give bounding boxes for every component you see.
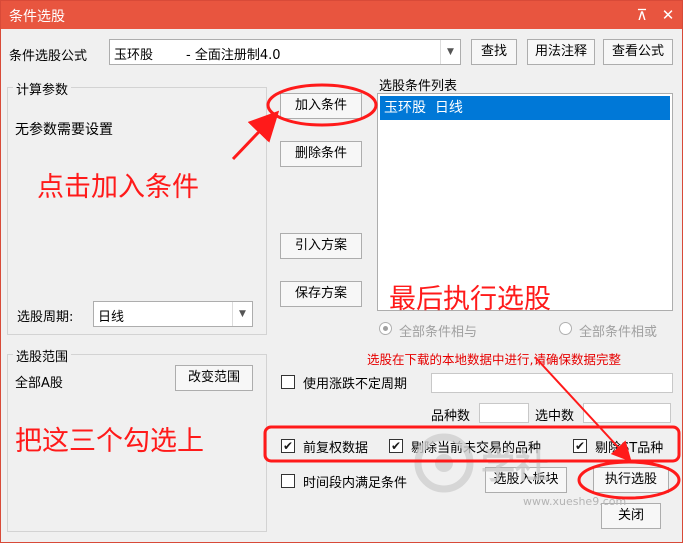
chevron-down-icon[interactable]: ▼ xyxy=(232,302,252,326)
watermark-url: www.xueshe9.com xyxy=(523,495,627,508)
params-text: 无参数需要设置 xyxy=(15,122,113,138)
window-title: 条件选股 xyxy=(9,9,65,25)
annotation-finally-execute: 最后执行选股 xyxy=(389,284,551,315)
list-item[interactable]: 玉环股 日线 xyxy=(380,96,670,120)
chevron-down-icon[interactable]: ▼ xyxy=(440,40,460,64)
execute-screening-button[interactable]: 执行选股 xyxy=(593,467,669,493)
save-scheme-button[interactable]: 保存方案 xyxy=(280,281,362,307)
formula-select-value: 玉环股 - 全面注册制4.0 xyxy=(114,48,281,63)
limit-period-field[interactable] xyxy=(431,373,673,393)
change-scope-button[interactable]: 改变范围 xyxy=(175,365,253,391)
use-limit-period-checkbox[interactable] xyxy=(281,375,295,389)
view-formula-button[interactable]: 查看公式 xyxy=(603,39,673,65)
import-scheme-button[interactable]: 引入方案 xyxy=(280,233,362,259)
count-label: 品种数 xyxy=(431,409,471,424)
title-bar[interactable]: 条件选股 ⊼ ✕ xyxy=(1,1,682,29)
condition-list-title: 选股条件列表 xyxy=(379,79,458,94)
forward-adjust-checkbox[interactable]: ✔ xyxy=(281,439,295,453)
count-field xyxy=(479,403,529,423)
radio-and-label: 全部条件相与 xyxy=(399,325,478,340)
scope-group-title: 选股范围 xyxy=(13,346,72,365)
exclude-st-checkbox[interactable]: ✔ xyxy=(573,439,587,453)
period-select-value: 日线 xyxy=(98,310,125,325)
forward-adjust-label: 前复权数据 xyxy=(303,441,369,456)
time-period-label: 时间段内满足条件 xyxy=(303,476,408,491)
formula-select[interactable]: 玉环股 - 全面注册制4.0 ▼ xyxy=(109,39,461,65)
use-limit-period-label: 使用涨跌不定周期 xyxy=(303,377,408,392)
annotation-check-three: 把这三个勾选上 xyxy=(15,426,204,457)
period-select[interactable]: 日线 ▼ xyxy=(93,301,253,327)
selected-count-field xyxy=(583,403,671,423)
close-icon[interactable]: ✕ xyxy=(657,4,679,26)
usage-notes-button[interactable]: 用法注释 xyxy=(527,39,595,65)
watermark-brand: 学社 xyxy=(481,447,549,487)
radio-and[interactable] xyxy=(379,322,392,335)
scope-value: 全部A股 xyxy=(15,376,63,391)
delete-condition-button[interactable]: 删除条件 xyxy=(280,141,362,167)
stock-screener-window: 条件选股 ⊼ ✕ 条件选股公式 玉环股 - 全面注册制4.0 ▼ 查找 用法注释… xyxy=(0,0,683,543)
notice-text: 选股在下载的本地数据中进行,请确保数据完整 xyxy=(367,352,621,367)
selected-count-label: 选中数 xyxy=(535,409,575,424)
annotation-click-add: 点击加入条件 xyxy=(37,172,199,203)
add-condition-button[interactable]: 加入条件 xyxy=(280,93,362,119)
pin-icon[interactable]: ⊼ xyxy=(631,4,653,26)
radio-or-label: 全部条件相或 xyxy=(579,325,658,340)
find-button[interactable]: 查找 xyxy=(471,39,517,65)
formula-label: 条件选股公式 xyxy=(9,49,88,64)
period-label: 选股周期: xyxy=(17,310,74,325)
radio-or[interactable] xyxy=(559,322,572,335)
params-group-title: 计算参数 xyxy=(13,79,72,98)
time-period-checkbox[interactable] xyxy=(281,474,295,488)
exclude-nontrading-checkbox[interactable]: ✔ xyxy=(389,439,403,453)
exclude-st-label: 剔除ST品种 xyxy=(595,441,664,456)
